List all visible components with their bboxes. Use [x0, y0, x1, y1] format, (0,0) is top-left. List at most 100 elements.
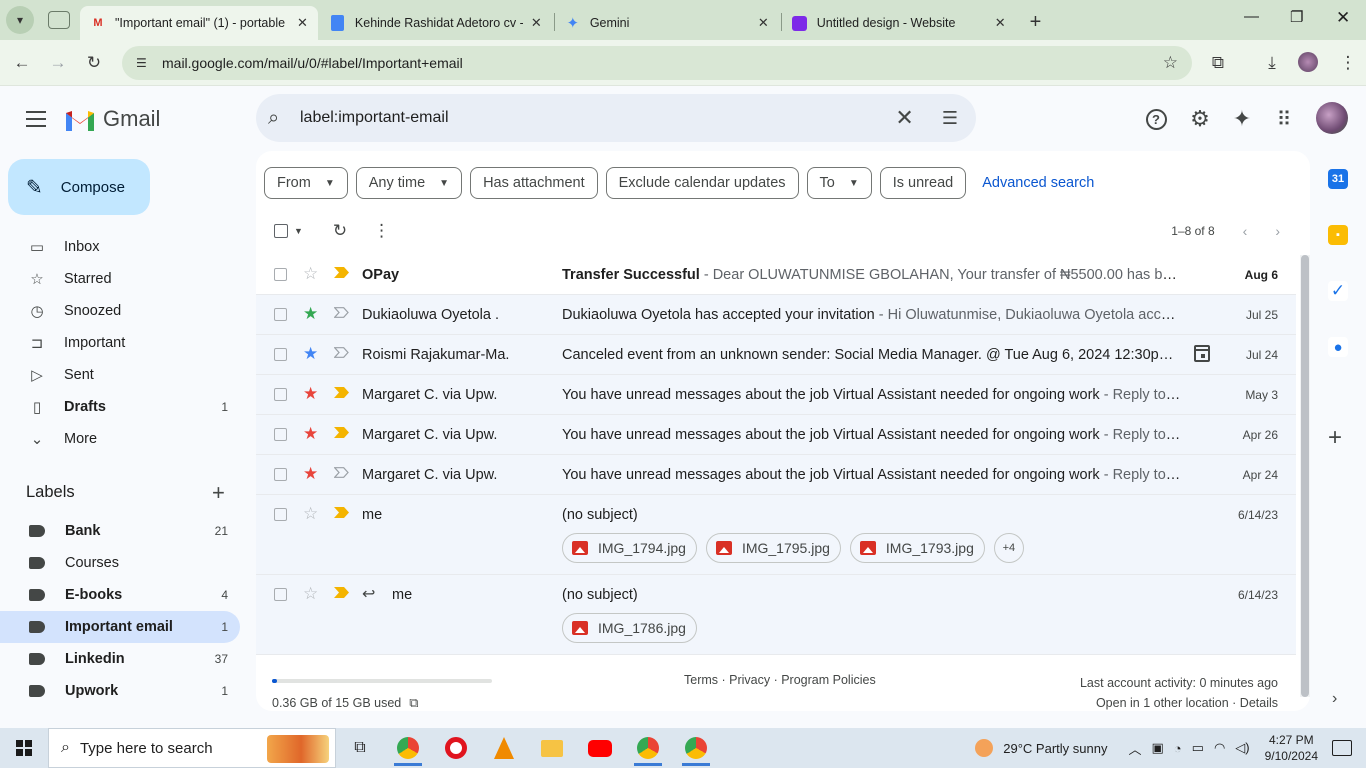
google-apps-icon[interactable]: ⠿ — [1271, 106, 1297, 132]
activity-details-link[interactable]: Open in 1 other location · Details — [1080, 693, 1278, 713]
restore-window-icon[interactable]: ❐ — [1290, 8, 1303, 26]
email-row[interactable]: ☆ OPay Transfer Successful - Dear OLUWAT… — [256, 255, 1296, 295]
label-item-courses[interactable]: Courses — [0, 547, 240, 579]
keep-app-icon[interactable]: ▪ — [1328, 225, 1348, 245]
chrome-app-icon[interactable] — [384, 728, 432, 768]
opera-app-icon[interactable] — [432, 728, 480, 768]
attachment-chip[interactable]: IMG_1794.jpg — [562, 533, 697, 563]
star-icon[interactable]: ☆ — [303, 504, 318, 524]
row-checkbox[interactable] — [274, 308, 287, 321]
scrollbar-thumb[interactable] — [1301, 255, 1309, 697]
important-marker-icon[interactable] — [334, 267, 349, 278]
storage-usage-text[interactable]: 0.36 GB of 15 GB used ⧉ — [272, 695, 419, 711]
search-input[interactable]: label:important-email — [300, 109, 895, 127]
star-icon[interactable]: ☆ — [303, 264, 318, 284]
filter-chip-to[interactable]: To ▼ — [806, 167, 872, 199]
site-info-icon[interactable]: ☰ — [136, 56, 152, 70]
message-list-scrollbar[interactable] — [1300, 255, 1310, 697]
main-menu-icon[interactable] — [24, 108, 48, 130]
windows-start-button[interactable] — [0, 728, 48, 768]
nav-item-inbox[interactable]: ▭ Inbox — [0, 231, 240, 263]
notifications-icon[interactable] — [1332, 740, 1352, 756]
file-explorer-icon[interactable] — [528, 728, 576, 768]
label-item-bank[interactable]: Bank 21 — [0, 515, 240, 547]
close-window-icon[interactable]: ✕ — [1336, 8, 1350, 28]
filter-chip-is-unread[interactable]: Is unread — [879, 167, 967, 199]
wifi-icon[interactable]: ◠ — [1214, 740, 1225, 756]
download-icon[interactable]: ⤓ — [1254, 45, 1290, 81]
taskbar-search[interactable]: ⌕ Type here to search — [48, 728, 336, 768]
previous-page-icon[interactable]: ‹ — [1243, 223, 1248, 239]
filter-chip-exclude-calendar[interactable]: Exclude calendar updates — [605, 167, 799, 199]
reload-button[interactable]: ↻ — [76, 45, 112, 81]
support-icon[interactable]: ? — [1143, 106, 1169, 132]
hide-side-panel-icon[interactable]: › — [1332, 690, 1337, 708]
not-important-marker-icon[interactable] — [334, 347, 349, 358]
tab-group-icon[interactable] — [48, 11, 70, 29]
next-page-icon[interactable]: › — [1275, 223, 1280, 239]
select-dropdown-icon[interactable]: ▼ — [294, 226, 303, 236]
label-item-linkedin[interactable]: Linkedin 37 — [0, 643, 240, 675]
extensions-icon[interactable]: ⧉ — [1200, 45, 1236, 81]
red-star-icon[interactable]: ★ — [303, 384, 318, 404]
label-item-ebooks[interactable]: E-books 4 — [0, 579, 240, 611]
nav-item-sent[interactable]: ▷ Sent — [0, 359, 240, 391]
bookmark-star-icon[interactable]: ☆ — [1163, 53, 1178, 73]
mail-search-bar[interactable]: ⌕ label:important-email ✕ ☰ — [256, 94, 976, 142]
row-checkbox[interactable] — [274, 588, 287, 601]
email-row[interactable]: ★ Margaret C. via Upw. You have unread m… — [256, 375, 1296, 415]
important-marker-icon[interactable] — [334, 587, 349, 598]
not-important-marker-icon[interactable] — [334, 307, 349, 318]
email-row[interactable]: ★ Roismi Rajakumar-Ma. Canceled event fr… — [256, 335, 1296, 375]
address-bar[interactable]: ☰ mail.google.com/mail/u/0/#label/Import… — [122, 46, 1192, 80]
filter-chip-has-attachment[interactable]: Has attachment — [470, 167, 598, 199]
nav-item-snoozed[interactable]: ◷ Snoozed — [0, 295, 240, 327]
search-icon[interactable]: ⌕ — [268, 107, 292, 130]
tab-docs[interactable]: Kehinde Rashidat Adetoro cv - ✕ — [320, 6, 552, 40]
filter-chip-any-time[interactable]: Any time ▼ — [355, 167, 463, 199]
row-checkbox[interactable] — [274, 468, 287, 481]
label-item-upwork[interactable]: Upwork 1 — [0, 675, 240, 707]
vlc-app-icon[interactable] — [480, 728, 528, 768]
close-tab-icon[interactable]: ✕ — [758, 15, 769, 31]
minimize-window-icon[interactable]: — — [1244, 8, 1259, 25]
more-attachments-badge[interactable]: +4 — [993, 533, 1024, 563]
attachment-chip[interactable]: IMG_1786.jpg — [562, 613, 697, 643]
profile-avatar[interactable] — [1298, 52, 1318, 72]
close-tab-icon[interactable]: ✕ — [531, 15, 542, 31]
task-view-icon[interactable]: ⧉ — [336, 728, 384, 768]
volume-icon[interactable]: ◁) — [1235, 740, 1249, 756]
chrome-second-app-icon[interactable] — [672, 728, 720, 768]
youtube-app-icon[interactable] — [576, 728, 624, 768]
nav-item-important[interactable]: ⊐ Important — [0, 327, 240, 359]
contacts-app-icon[interactable]: ● — [1328, 337, 1348, 357]
open-external-icon[interactable]: ⧉ — [409, 695, 418, 710]
nav-item-drafts[interactable]: ▯ Drafts 1 — [0, 391, 240, 423]
label-item-important-email[interactable]: Important email 1 — [0, 611, 240, 643]
clear-search-icon[interactable]: ✕ — [895, 105, 913, 131]
row-checkbox[interactable] — [274, 268, 287, 281]
tab-search-button[interactable]: ▾ — [6, 6, 34, 34]
select-all-checkbox[interactable] — [274, 224, 288, 238]
nav-item-more[interactable]: ⌄ More — [0, 423, 240, 455]
important-marker-icon[interactable] — [334, 387, 349, 398]
search-options-icon[interactable]: ☰ — [942, 108, 958, 129]
green-star-icon[interactable]: ★ — [303, 304, 318, 324]
network-icon[interactable]: ◔ — [1174, 741, 1182, 756]
filter-chip-from[interactable]: From ▼ — [264, 167, 348, 199]
weather-widget[interactable]: 29°C Partly sunny — [975, 739, 1107, 757]
calendar-event-icon[interactable] — [1194, 345, 1210, 362]
row-checkbox[interactable] — [274, 348, 287, 361]
forward-button[interactable]: → — [40, 45, 76, 81]
close-tab-icon[interactable]: ✕ — [995, 15, 1006, 31]
email-row[interactable]: ★ Dukiaoluwa Oyetola . Dukiaoluwa Oyetol… — [256, 295, 1296, 335]
footer-policy-links[interactable]: Terms · Privacy · Program Policies — [684, 673, 876, 687]
blue-star-icon[interactable]: ★ — [303, 344, 318, 364]
advanced-search-link[interactable]: Advanced search — [982, 175, 1094, 191]
not-important-marker-icon[interactable] — [334, 467, 349, 478]
important-marker-icon[interactable] — [334, 507, 349, 518]
new-tab-button[interactable]: + — [1030, 11, 1042, 34]
calendar-app-icon[interactable]: 31 — [1328, 169, 1348, 189]
red-star-icon[interactable]: ★ — [303, 464, 318, 484]
email-row[interactable]: ☆ ↩ me (no subject) 6/14/23 IMG_1786.jpg — [256, 575, 1296, 655]
